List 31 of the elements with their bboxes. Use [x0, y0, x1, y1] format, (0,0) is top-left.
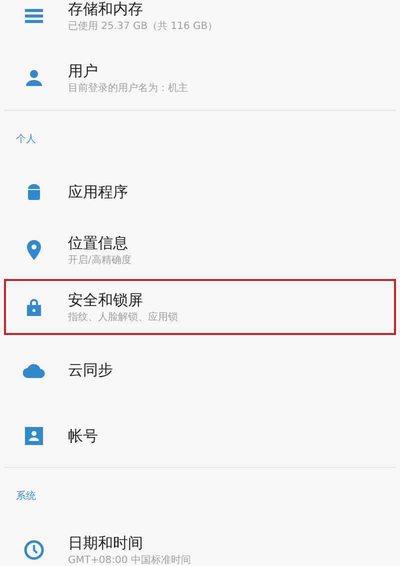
settings-item[interactable]: 应用程序: [4, 163, 396, 221]
settings-item[interactable]: 云同步: [4, 335, 396, 405]
item-title: 日期和时间: [68, 533, 144, 554]
item-title: 云同步: [68, 360, 113, 381]
list-icon: [25, 9, 43, 23]
item-title: 安全和锁屏: [68, 290, 144, 311]
item-subtitle: GMT+08:00 中国标准时间: [68, 554, 191, 566]
contact-card-icon: [25, 427, 43, 445]
settings-item[interactable]: 日期和时间 GMT+08:00 中国标准时间: [4, 520, 396, 566]
settings-item[interactable]: 帐号: [4, 405, 396, 467]
section-header: 个人: [16, 132, 36, 146]
item-subtitle: 目前登录的用户名为：机主: [68, 82, 188, 96]
item-title: 帐号: [68, 426, 98, 447]
cloud-icon: [23, 362, 45, 378]
android-icon: [27, 183, 41, 201]
section-header: 系统: [16, 490, 36, 504]
clock-icon: [24, 540, 44, 560]
item-title: 应用程序: [68, 182, 128, 203]
settings-item[interactable]: 用户 目前登录的用户名为：机主: [4, 46, 396, 110]
item-title: 存储和内存: [68, 0, 144, 20]
item-subtitle: 已使用 25.37 GB（共 116 GB）: [68, 20, 218, 34]
settings-item[interactable]: 位置信息 开启/高精确度: [4, 221, 396, 279]
item-subtitle: 指纹、人脸解锁、应用锁: [68, 311, 178, 325]
settings-item[interactable]: 安全和锁屏 指纹、人脸解锁、应用锁: [4, 279, 396, 335]
item-title: 位置信息: [68, 233, 129, 254]
location-pin-icon: [27, 240, 41, 260]
item-title: 用户: [68, 61, 99, 82]
settings-item[interactable]: 存储和内存 已使用 25.37 GB（共 116 GB）: [4, 0, 396, 46]
item-subtitle: 开启/高精确度: [68, 254, 132, 268]
lock-icon: [27, 298, 41, 316]
person-icon: [26, 70, 42, 86]
